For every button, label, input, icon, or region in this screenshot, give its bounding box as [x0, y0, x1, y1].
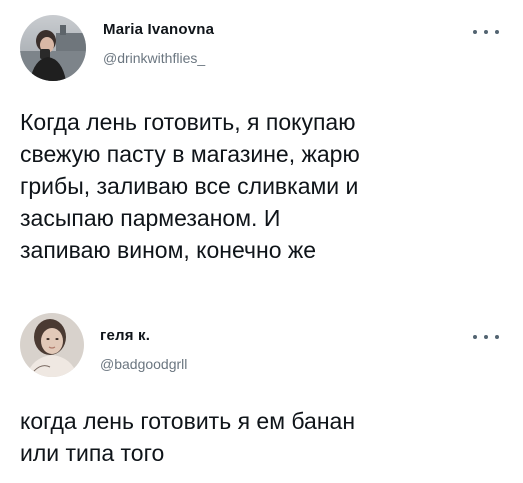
avatar[interactable]: [20, 313, 84, 377]
tweet-1[interactable]: Maria Ivanovna @drinkwithflies_ Когда ле…: [0, 0, 523, 305]
display-name[interactable]: геля к.: [100, 327, 150, 344]
username-handle[interactable]: @drinkwithflies_: [103, 50, 205, 66]
tweet-text: Когда лень готовить, я покупаю свежую па…: [20, 109, 360, 263]
more-options-icon[interactable]: [473, 25, 499, 39]
tweet-text: когда лень готовить я ем банан или типа …: [20, 408, 356, 466]
username-handle[interactable]: @badgoodgrll: [100, 356, 187, 372]
more-options-icon[interactable]: [473, 330, 499, 344]
tweet-2[interactable]: геля к. @badgoodgrll когда лень готовить…: [0, 305, 523, 483]
display-name[interactable]: Maria Ivanovna: [103, 21, 214, 38]
avatar[interactable]: [20, 15, 86, 81]
profile-photo-icon: [20, 15, 86, 81]
profile-photo-icon: [20, 313, 84, 377]
